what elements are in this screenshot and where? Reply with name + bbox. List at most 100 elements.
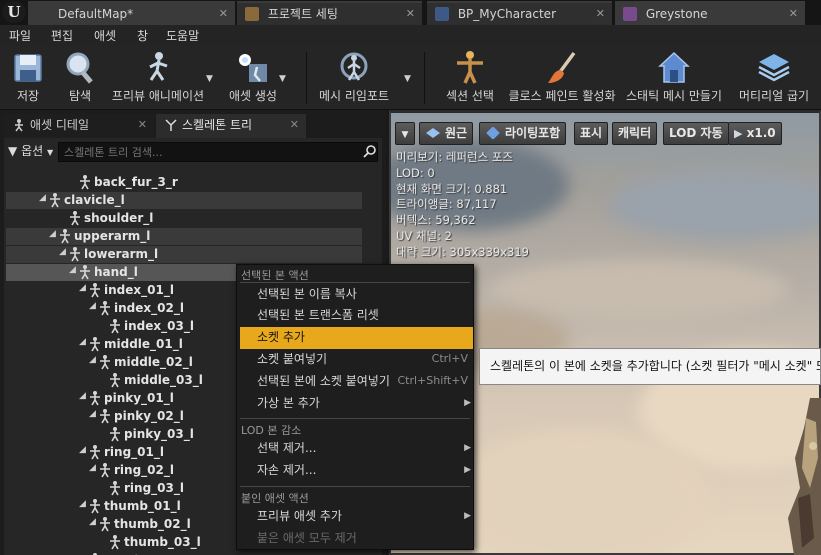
- preview-animation-button[interactable]: 프리뷰 애니메이션: [108, 46, 208, 108]
- reimport-mesh-button[interactable]: 메시 리임포트: [314, 46, 394, 108]
- expand-arrow-icon[interactable]: ◢: [89, 409, 97, 419]
- close-icon[interactable]: ✕: [406, 3, 415, 25]
- expand-arrow-icon[interactable]: ◢: [39, 193, 47, 203]
- remove-all-attached-item[interactable]: 붙은 애셋 모두 제거: [240, 528, 473, 550]
- bone-icon: [100, 463, 110, 478]
- tab-default-map[interactable]: DefaultMap* ✕: [28, 1, 235, 25]
- tree-row[interactable]: ◢ upperarm_l: [6, 228, 362, 245]
- blueprint-icon: [435, 7, 449, 21]
- add-socket-item[interactable]: 소켓 추가: [240, 327, 473, 349]
- expand-arrow-icon[interactable]: ◢: [89, 301, 97, 311]
- options-button[interactable]: ▼ 옵션 ▼: [8, 142, 53, 160]
- expand-arrow-icon[interactable]: ◢: [59, 247, 67, 257]
- menu-edit[interactable]: 편집: [51, 27, 73, 44]
- lit-mode-button[interactable]: 라이팅포함: [479, 122, 567, 145]
- expand-arrow-icon[interactable]: ◢: [79, 283, 87, 293]
- figure-icon: [15, 119, 23, 132]
- menu-window[interactable]: 창: [137, 27, 148, 44]
- chevron-down-icon[interactable]: ▼: [206, 74, 213, 84]
- expand-arrow-icon[interactable]: ◢: [79, 445, 87, 455]
- menu-asset[interactable]: 애셋: [94, 27, 116, 44]
- tab-label: 프로젝트 세팅: [267, 7, 338, 21]
- tab-skeleton-tree[interactable]: 스켈레톤 트리 ✕: [156, 114, 306, 138]
- settings-icon: [245, 7, 259, 21]
- close-icon[interactable]: ✕: [789, 3, 798, 25]
- close-icon[interactable]: ✕: [596, 3, 605, 25]
- make-static-mesh-button[interactable]: 스태틱 메시 만들기: [624, 46, 724, 108]
- expand-arrow-icon[interactable]: ◢: [89, 463, 97, 473]
- viewport-options-button[interactable]: ▼: [395, 122, 415, 145]
- bone-icon: [90, 445, 100, 460]
- paint-brush-icon: [548, 51, 576, 83]
- remove-children-item[interactable]: 자손 제거... ▶: [240, 460, 473, 482]
- expand-arrow-icon[interactable]: ◢: [79, 499, 87, 509]
- bone-icon: [100, 355, 110, 370]
- skeletal-mesh-icon: [623, 7, 637, 21]
- menu-bar: 파일 편집 애셋 창 도움말: [0, 25, 821, 46]
- skeleton-icon: [165, 119, 177, 131]
- bone-label: thumb_02_l: [114, 517, 191, 531]
- tree-row[interactable]: back_fur_3_r: [6, 174, 362, 191]
- perspective-icon: [426, 128, 440, 138]
- save-icon: [14, 54, 42, 82]
- lod-auto-button[interactable]: LOD 자동: [663, 122, 729, 145]
- bone-icon: [100, 409, 110, 424]
- tab-label: BP_MyCharacter: [457, 7, 556, 21]
- expand-arrow-icon[interactable]: ◢: [79, 391, 87, 401]
- close-icon[interactable]: ✕: [138, 114, 147, 136]
- expand-arrow-icon[interactable]: ◢: [49, 229, 57, 239]
- show-button[interactable]: 표시: [574, 122, 609, 145]
- playback-speed-button[interactable]: ▶ x1.0: [728, 122, 782, 145]
- save-button[interactable]: 저장: [4, 46, 52, 108]
- close-icon[interactable]: ✕: [219, 3, 228, 25]
- tab-label: DefaultMap*: [58, 7, 134, 21]
- tab-asset-details[interactable]: 애셋 디테일 ✕: [4, 114, 154, 138]
- tab-greystone[interactable]: Greystone ✕: [615, 1, 805, 25]
- section-header-selected-bone: 선택된 본 액션: [241, 269, 309, 282]
- submenu-arrow-icon: ▶: [464, 443, 471, 453]
- close-icon[interactable]: ✕: [290, 114, 299, 136]
- paste-socket-item[interactable]: 소켓 붙여넣기 Ctrl+V: [240, 349, 473, 371]
- vertices-text: 버텍스: 59,362: [396, 213, 476, 228]
- bake-material-button[interactable]: 머티리얼 굽기: [734, 46, 814, 108]
- perspective-button[interactable]: 원근: [419, 122, 474, 145]
- bone-icon: [50, 193, 60, 208]
- bone-label: middle_01_l: [104, 337, 183, 351]
- expand-arrow-icon[interactable]: ◢: [89, 355, 97, 365]
- reimport-icon: [340, 52, 368, 81]
- chevron-down-icon[interactable]: ▼: [404, 74, 411, 84]
- document-tab-bar: U DefaultMap* ✕ 프로젝트 세팅 ✕ BP_MyCharacter…: [0, 0, 821, 25]
- bone-label: clavicle_l: [64, 193, 125, 207]
- expand-arrow-icon[interactable]: ◢: [89, 517, 97, 527]
- reset-bone-transform-item[interactable]: 선택된 본 트랜스폼 리셋: [240, 305, 473, 327]
- skeleton-tree-search-input[interactable]: [58, 142, 378, 162]
- expand-arrow-icon[interactable]: ◢: [69, 265, 77, 275]
- search-icon[interactable]: [363, 144, 377, 158]
- menu-divider: [240, 418, 470, 419]
- chevron-down-icon[interactable]: ▼: [279, 74, 286, 84]
- bone-label: pinky_03_l: [124, 427, 194, 441]
- tab-project-settings[interactable]: 프로젝트 세팅 ✕: [237, 1, 422, 25]
- create-asset-button[interactable]: 애셋 생성: [222, 46, 284, 108]
- triangles-text: 트라이앵글: 87,117: [396, 197, 497, 212]
- expand-arrow-icon[interactable]: ◢: [79, 337, 87, 347]
- menu-file[interactable]: 파일: [9, 27, 31, 44]
- character-button[interactable]: 캐릭터: [612, 122, 658, 145]
- paste-socket-to-selected-item[interactable]: 선택된 본에 소켓 붙여넣기 Ctrl+Shift+V: [240, 371, 473, 393]
- bone-label: shoulder_l: [84, 211, 154, 225]
- browse-button[interactable]: 탐색: [56, 46, 104, 108]
- unreal-logo-icon[interactable]: U: [2, 1, 26, 23]
- tree-row[interactable]: ◢ lowerarm_l: [6, 246, 362, 263]
- cloth-paint-button[interactable]: 클로스 페인트 활성화: [506, 46, 618, 108]
- copy-bone-name-item[interactable]: 선택된 본 이름 복사: [240, 284, 473, 306]
- add-preview-asset-item[interactable]: 프리뷰 애셋 추가 ▶: [240, 506, 473, 528]
- mannequin-icon: [457, 51, 483, 84]
- section-select-button[interactable]: 섹션 선택: [440, 46, 500, 108]
- tab-label: 스켈레톤 트리: [182, 118, 253, 132]
- remove-selected-item[interactable]: 선택 제거... ▶: [240, 438, 473, 460]
- tree-row[interactable]: shoulder_l: [6, 210, 362, 227]
- add-virtual-bone-item[interactable]: 가상 본 추가 ▶: [240, 393, 473, 415]
- tree-row[interactable]: ◢ clavicle_l: [6, 192, 362, 209]
- tab-bp-mycharacter[interactable]: BP_MyCharacter ✕: [427, 1, 612, 25]
- menu-help[interactable]: 도움말: [166, 27, 199, 44]
